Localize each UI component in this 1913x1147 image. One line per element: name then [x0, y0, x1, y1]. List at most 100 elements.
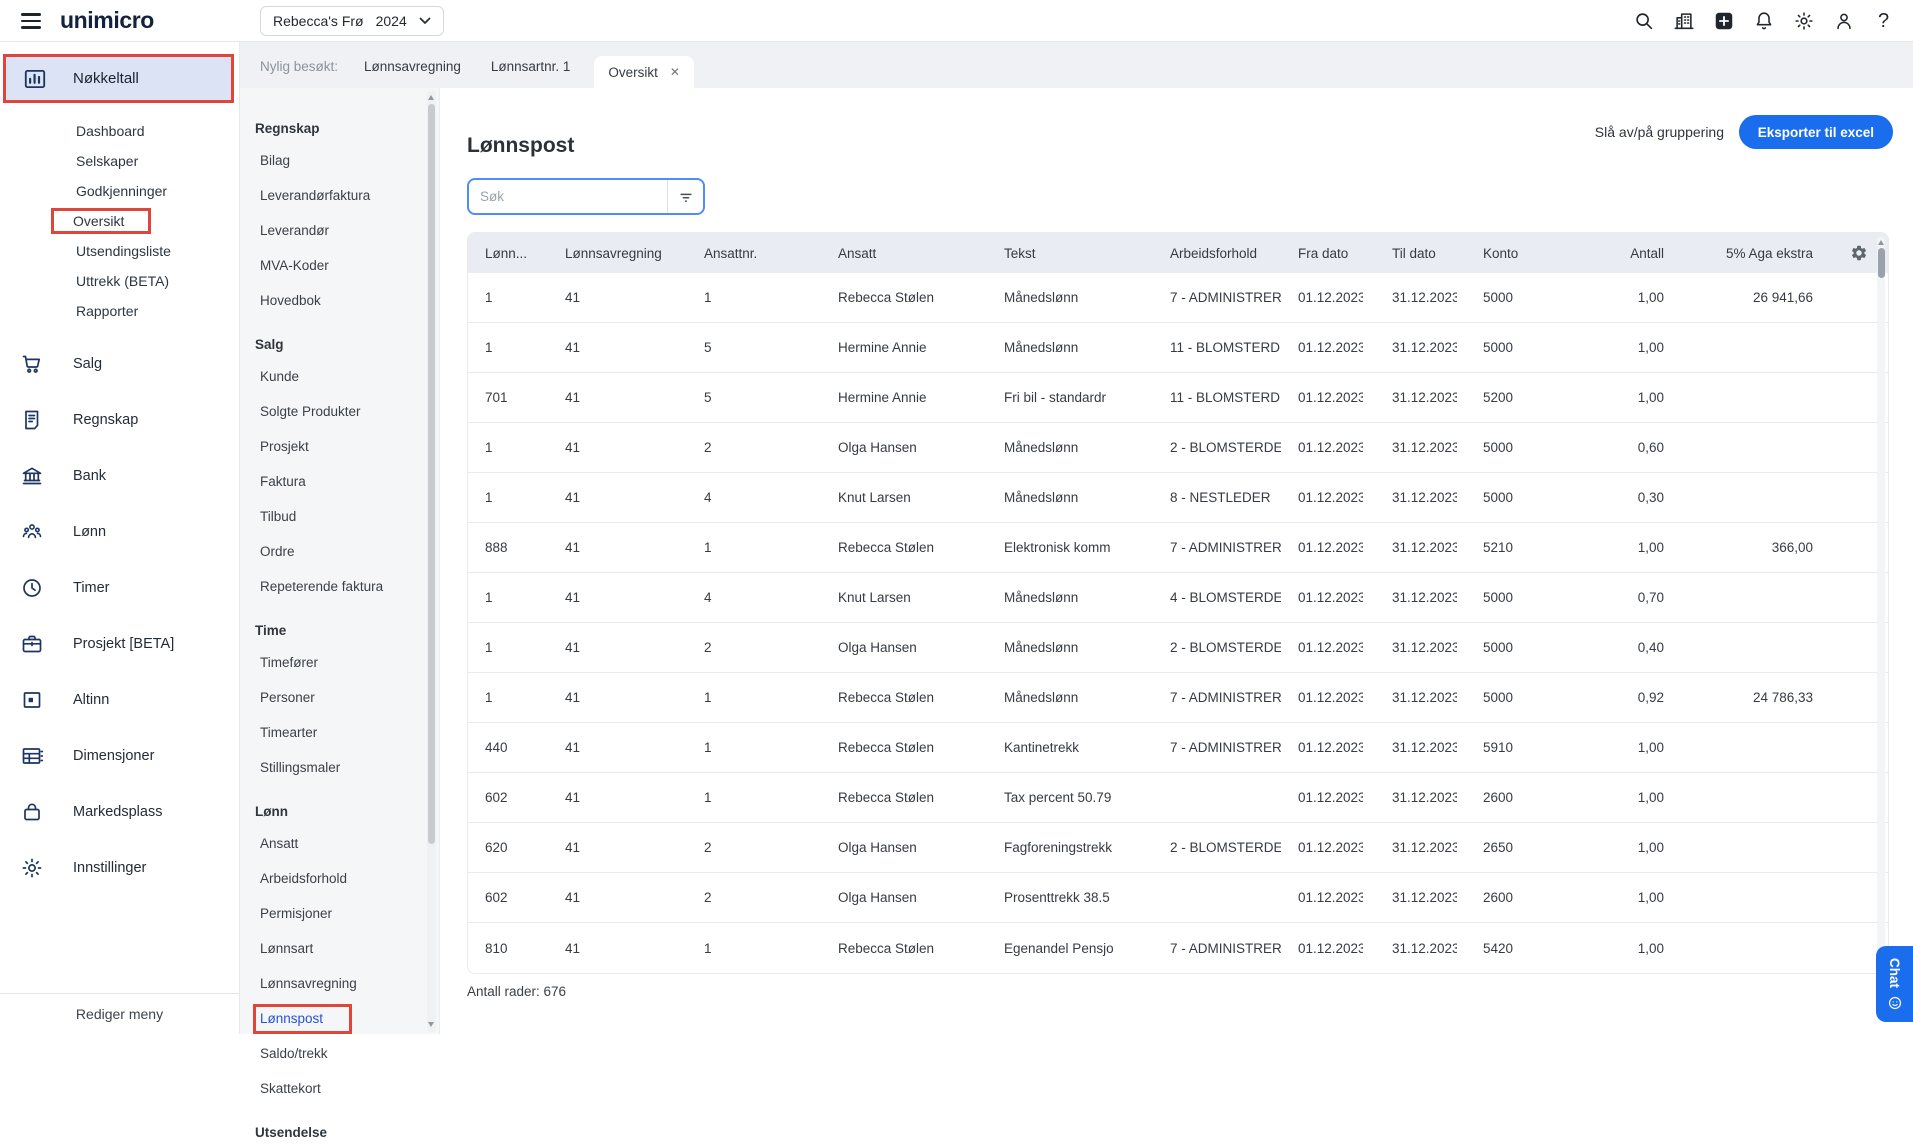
table-row[interactable]: 1 41 5 Hermine Annie Månedslønn 11 - BLO… — [468, 323, 1888, 373]
table-row[interactable]: 888 41 1 Rebecca Stølen Elektronisk komm… — [468, 523, 1888, 573]
cell-konto: 5000 — [1466, 640, 1544, 655]
cell-ansatt: Olga Hansen — [821, 840, 987, 855]
tab-lonnsavregning[interactable]: Lønnsavregning — [364, 59, 461, 74]
submenu-item[interactable]: Timefører — [240, 645, 439, 680]
submenu-item[interactable]: Bilag — [240, 143, 439, 178]
submenu-item[interactable]: Hovedbok — [240, 283, 439, 318]
sidebar-sub-item[interactable]: Utsendingsliste — [0, 236, 239, 266]
submenu-item[interactable]: Stillingsmaler — [240, 750, 439, 785]
sidebar-sub-item[interactable]: Uttrekk (BETA) — [0, 266, 239, 296]
submenu-item[interactable]: Leverandørfaktura — [240, 178, 439, 213]
column-header[interactable]: Lønn... — [468, 246, 548, 261]
help-icon[interactable]: ? — [1872, 10, 1895, 33]
submenu-item[interactable]: Arbeidsforhold — [240, 861, 439, 896]
submenu-item[interactable]: Saldo/trekk — [240, 1036, 439, 1071]
submenu-item[interactable]: Timearter — [240, 715, 439, 750]
submenu-item[interactable]: Lønnspost — [240, 1001, 439, 1036]
submenu-item[interactable]: Lønnsart — [240, 931, 439, 966]
filter-icon[interactable] — [667, 180, 703, 213]
sidebar-item-bank[interactable]: Bank — [0, 448, 239, 504]
export-excel-button[interactable]: Eksporter til excel — [1739, 115, 1893, 149]
close-icon[interactable]: ✕ — [670, 65, 680, 79]
table-row[interactable]: 602 41 1 Rebecca Stølen Tax percent 50.7… — [468, 773, 1888, 823]
sidebar-sub-item[interactable]: Rapporter — [0, 296, 239, 326]
submenu-item[interactable]: Kunde — [240, 359, 439, 394]
sidebar-sub-item[interactable]: Oversikt — [0, 206, 239, 236]
table-row[interactable]: 602 41 2 Olga Hansen Prosenttrekk 38.5 0… — [468, 873, 1888, 923]
table-row[interactable]: 1 41 1 Rebecca Stølen Månedslønn 7 - ADM… — [468, 673, 1888, 723]
cell-konto: 5200 — [1466, 390, 1544, 405]
search-input[interactable] — [469, 188, 667, 205]
settings-gear-icon[interactable] — [1792, 10, 1815, 33]
table-row[interactable]: 1 41 2 Olga Hansen Månedslønn 2 - BLOMST… — [468, 623, 1888, 673]
submenu-item[interactable]: Leverandør — [240, 213, 439, 248]
scroll-down-icon[interactable] — [428, 1022, 434, 1027]
submenu-item[interactable]: Ansatt — [240, 826, 439, 861]
sidebar-item-markedsplass[interactable]: Markedsplass — [0, 784, 239, 840]
tab-oversikt-active[interactable]: Oversikt ✕ — [594, 56, 694, 88]
column-header[interactable]: Tekst — [987, 246, 1153, 261]
cell-fra-dato: 01.12.2023 — [1281, 690, 1375, 706]
sidebar-item-salg[interactable]: Salg — [0, 336, 239, 392]
sidebar-item-timer[interactable]: Timer — [0, 560, 239, 616]
sidebar-sub-item[interactable]: Selskaper — [0, 146, 239, 176]
sidebar-item-prosjekt[interactable]: Prosjekt [BETA] — [0, 616, 239, 672]
submenu-item[interactable]: Solgte Produkter — [240, 394, 439, 429]
submenu-item[interactable]: Ordre — [240, 534, 439, 569]
notifications-bell-icon[interactable] — [1752, 10, 1775, 33]
table-row[interactable]: 1 41 4 Knut Larsen Månedslønn 4 - BLOMST… — [468, 573, 1888, 623]
column-header[interactable]: Lønnsavregning — [548, 246, 687, 261]
submenu-group-utsendelse: Utsendelse — [240, 1118, 439, 1147]
scroll-up-icon[interactable] — [428, 95, 434, 100]
table-row[interactable]: 1 41 4 Knut Larsen Månedslønn 8 - NESTLE… — [468, 473, 1888, 523]
column-header[interactable]: Konto — [1466, 246, 1544, 261]
sidebar-sub-item[interactable]: Godkjenninger — [0, 176, 239, 206]
company-building-icon[interactable] — [1672, 10, 1695, 33]
column-header[interactable]: Til dato — [1375, 246, 1466, 261]
submenu-item[interactable]: Prosjekt — [240, 429, 439, 464]
cell-lonnsart: 1 — [468, 490, 548, 505]
table-row[interactable]: 810 41 1 Rebecca Stølen Egenandel Pensjo… — [468, 923, 1888, 973]
scroll-up-icon[interactable] — [1878, 240, 1884, 245]
submenu-item[interactable]: Faktura — [240, 464, 439, 499]
user-icon[interactable] — [1832, 10, 1855, 33]
sidebar-item-lonn[interactable]: Lønn — [0, 504, 239, 560]
sidebar-item-regnskap[interactable]: Regnskap — [0, 392, 239, 448]
scrollbar-thumb[interactable] — [1878, 248, 1885, 278]
submenu-scrollbar[interactable] — [427, 90, 436, 1032]
sidebar-item-dimensjoner[interactable]: Dimensjoner — [0, 728, 239, 784]
chat-button[interactable]: Chat — [1876, 946, 1913, 1022]
submenu-item[interactable]: Skattekort — [240, 1071, 439, 1106]
submenu-item[interactable]: MVA-Koder — [240, 248, 439, 283]
table-scrollbar[interactable] — [1877, 237, 1885, 967]
search-icon[interactable] — [1632, 10, 1655, 33]
add-icon[interactable] — [1712, 10, 1735, 33]
submenu-item[interactable]: Tilbud — [240, 499, 439, 534]
submenu-item[interactable]: Lønnsavregning — [240, 966, 439, 1001]
sidebar-item-altinn[interactable]: Altinn — [0, 672, 239, 728]
sidebar-item-innstillinger[interactable]: Innstillinger — [0, 840, 239, 896]
table-row[interactable]: 1 41 2 Olga Hansen Månedslønn 2 - BLOMST… — [468, 423, 1888, 473]
column-header[interactable]: Ansatt — [821, 246, 987, 261]
submenu-item[interactable]: Repeterende faktura — [240, 569, 439, 604]
table-row[interactable]: 620 41 2 Olga Hansen Fagforeningstrekk 2… — [468, 823, 1888, 873]
column-header[interactable]: Fra dato — [1281, 246, 1375, 261]
sidebar-sub-item[interactable]: Dashboard — [0, 116, 239, 146]
column-header[interactable]: Ansattnr. — [687, 246, 821, 261]
company-selector[interactable]: Rebecca's Frø 2024 — [260, 6, 444, 36]
sidebar-item-nokkeltall[interactable]: Nøkkeltall — [3, 54, 234, 103]
table-row[interactable]: 1 41 1 Rebecca Stølen Månedslønn 7 - ADM… — [468, 273, 1888, 323]
scrollbar-thumb[interactable] — [428, 104, 435, 844]
table-row[interactable]: 440 41 1 Rebecca Stølen Kantinetrekk 7 -… — [468, 723, 1888, 773]
cell-arbeidsforhold: 7 - ADMINISTRER — [1153, 740, 1281, 755]
submenu-item[interactable]: Personer — [240, 680, 439, 715]
edit-menu-button[interactable]: Rediger meny — [0, 993, 239, 1034]
grouping-toggle-button[interactable]: Slå av/på gruppering — [1595, 124, 1724, 140]
table-row[interactable]: 701 41 5 Hermine Annie Fri bil - standar… — [468, 373, 1888, 423]
column-header[interactable]: Antall — [1544, 246, 1674, 261]
menu-icon[interactable] — [21, 13, 41, 29]
column-header[interactable]: Arbeidsforhold — [1153, 246, 1281, 261]
tab-lonnsartnr[interactable]: Lønnsartnr. 1 — [491, 59, 571, 74]
submenu-item[interactable]: Permisjoner — [240, 896, 439, 931]
column-header[interactable]: 5% Aga ekstra — [1674, 246, 1823, 261]
